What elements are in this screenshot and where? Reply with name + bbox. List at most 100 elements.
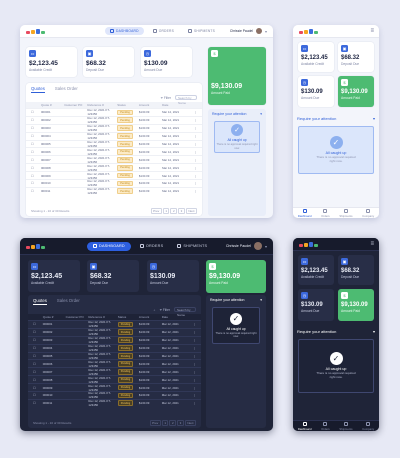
row-checkbox[interactable]: ☐ bbox=[31, 158, 41, 162]
pagination[interactable]: Prev 1 2 3 Next bbox=[149, 420, 196, 426]
page-button[interactable]: Next bbox=[185, 208, 197, 214]
more-icon[interactable]: ⋮ bbox=[187, 110, 197, 114]
tab-shipments[interactable]: Shipments bbox=[183, 27, 220, 35]
table-row[interactable]: ☐ 000008 Rev 12, 2021 KT-123456 Pending $130… bbox=[26, 163, 202, 172]
table-row[interactable]: ☐ 000003 Rev 12, 2021 KT-123456 Pending $130… bbox=[28, 335, 201, 344]
row-checkbox[interactable]: ☐ bbox=[31, 126, 41, 130]
more-icon[interactable]: ⋮ bbox=[187, 158, 197, 162]
row-checkbox[interactable]: ☐ bbox=[31, 110, 41, 114]
page-button[interactable]: 1 bbox=[162, 208, 170, 214]
tab-dashboard[interactable]: Dashboard bbox=[105, 27, 144, 35]
row-checkbox[interactable]: ☐ bbox=[33, 330, 43, 334]
pagination[interactable]: Prev 1 2 3 Next bbox=[150, 208, 197, 214]
more-icon[interactable]: ⋮ bbox=[187, 166, 197, 170]
table-row[interactable]: ☐ 000004 Rev 12, 2021 KT-123456 Pending $130… bbox=[28, 343, 201, 352]
more-icon[interactable]: ⋮ bbox=[186, 330, 196, 334]
filter-button[interactable]: ⏷ Filter bbox=[159, 308, 170, 312]
row-checkbox[interactable]: ☐ bbox=[33, 378, 43, 382]
row-checkbox[interactable]: ☐ bbox=[33, 362, 43, 366]
table-row[interactable]: ☐ 000006 Rev 12, 2021 KT-123456 Pending $130… bbox=[28, 359, 201, 368]
bottom-nav-shipments[interactable]: Shipments bbox=[339, 208, 353, 218]
row-checkbox[interactable]: ☐ bbox=[31, 150, 41, 154]
more-icon[interactable]: ⋮ bbox=[186, 338, 196, 342]
row-checkbox[interactable]: ☐ bbox=[33, 322, 43, 326]
row-checkbox[interactable]: ☐ bbox=[33, 393, 43, 397]
table-row[interactable]: ☐ 000010 Rev 12, 2021 KT-123456 Pending $130… bbox=[28, 391, 201, 399]
page-button[interactable]: 3 bbox=[178, 208, 185, 214]
more-icon[interactable]: ⋮ bbox=[186, 354, 196, 358]
table-row[interactable]: ☐ 000009 Rev 12, 2021 KT-123456 Pending $130… bbox=[26, 171, 202, 180]
table-row[interactable]: ☐ 000008 Rev 12, 2021 KT-123456 Pending $130… bbox=[28, 375, 201, 384]
more-icon[interactable]: ⋮ bbox=[187, 181, 197, 185]
bottom-nav-dashboard[interactable]: Dashboard bbox=[298, 208, 312, 218]
row-checkbox[interactable]: ☐ bbox=[31, 189, 41, 193]
table-row[interactable]: ☐ 000005 Rev 12, 2021 KT-123456 Pending $130… bbox=[28, 351, 201, 360]
tab-shipments[interactable]: Shipments bbox=[172, 242, 212, 251]
tab-sales-order[interactable]: Sales Order bbox=[57, 298, 80, 305]
more-icon[interactable]: ⋮ bbox=[186, 386, 196, 390]
row-checkbox[interactable]: ☐ bbox=[31, 166, 41, 170]
table-row[interactable]: ☐ 000011 Rev 12, 2021 KT-123456 Pending $130… bbox=[28, 398, 201, 407]
tab-quotes[interactable]: Quotes bbox=[33, 298, 47, 305]
bottom-nav-orders[interactable]: Orders bbox=[321, 208, 330, 218]
more-icon[interactable]: ⋮ bbox=[187, 150, 197, 154]
search-input[interactable]: Search by Name bbox=[174, 307, 196, 317]
page-button[interactable]: Prev bbox=[149, 420, 161, 426]
tab-quotes[interactable]: Quotes bbox=[31, 86, 45, 93]
user-menu[interactable]: Chrissie Paudel ▾ bbox=[230, 28, 267, 34]
more-icon[interactable]: ⋮ bbox=[186, 322, 196, 326]
menu-icon[interactable]: ≡ bbox=[370, 28, 374, 34]
more-icon[interactable]: ⋮ bbox=[186, 362, 196, 366]
table-row[interactable]: ☐ 000003 Rev 12, 2021 KT-123456 Pending $130… bbox=[26, 123, 202, 132]
page-button[interactable]: Next bbox=[184, 420, 196, 426]
row-checkbox[interactable]: ☐ bbox=[33, 338, 43, 342]
more-icon[interactable]: ⋮ bbox=[186, 370, 196, 374]
table-row[interactable]: ☐ 000007 Rev 12, 2021 KT-123456 Pending $130… bbox=[28, 367, 201, 376]
filter-button[interactable]: ⏷ Filter bbox=[160, 96, 171, 100]
page-button[interactable]: 2 bbox=[169, 420, 177, 426]
row-checkbox[interactable]: ☐ bbox=[31, 181, 41, 185]
bottom-nav-orders[interactable]: Orders bbox=[321, 421, 330, 431]
tab-dashboard[interactable]: Dashboard bbox=[87, 241, 131, 251]
table-row[interactable]: ☐ 000001 Rev 12, 2021 KT-123456 Pending $130… bbox=[26, 108, 202, 116]
bottom-nav-company[interactable]: Company bbox=[362, 208, 374, 218]
table-row[interactable]: ☐ 000011 Rev 12, 2021 KT-123456 Pending $130… bbox=[26, 186, 202, 195]
chevron-down-icon[interactable]: ▾ bbox=[373, 329, 375, 334]
table-row[interactable]: ☐ 000010 Rev 12, 2021 KT-123456 Pending $130… bbox=[26, 179, 202, 187]
table-row[interactable]: ☐ 000009 Rev 12, 2021 KT-123456 Pending $130… bbox=[28, 383, 201, 392]
bottom-nav-dashboard[interactable]: Dashboard bbox=[298, 421, 312, 431]
row-checkbox[interactable]: ☐ bbox=[31, 174, 41, 178]
user-menu[interactable]: Chrissie Paudel ▾ bbox=[226, 242, 267, 250]
search-icon[interactable]: ⌕ bbox=[154, 308, 156, 312]
page-button[interactable]: 1 bbox=[161, 420, 169, 426]
table-row[interactable]: ☐ 000001 Rev 12, 2021 KT-123456 Pending $130… bbox=[28, 320, 201, 328]
row-checkbox[interactable]: ☐ bbox=[33, 354, 43, 358]
table-row[interactable]: ☐ 000004 Rev 12, 2021 KT-123456 Pending $130… bbox=[26, 131, 202, 140]
more-icon[interactable]: ⋮ bbox=[187, 174, 197, 178]
more-icon[interactable]: ⋮ bbox=[186, 346, 196, 350]
table-row[interactable]: ☐ 000002 Rev 12, 2021 KT-123456 Pending $130… bbox=[26, 115, 202, 124]
row-checkbox[interactable]: ☐ bbox=[33, 370, 43, 374]
row-checkbox[interactable]: ☐ bbox=[33, 401, 43, 405]
more-icon[interactable]: ⋮ bbox=[186, 378, 196, 382]
bottom-nav-shipments[interactable]: Shipments bbox=[339, 421, 353, 431]
bottom-nav-company[interactable]: Company bbox=[362, 421, 374, 431]
chevron-down-icon[interactable]: ▾ bbox=[260, 298, 262, 302]
chevron-down-icon[interactable]: ▾ bbox=[373, 116, 375, 121]
chevron-down-icon[interactable]: ▾ bbox=[260, 112, 262, 116]
more-icon[interactable]: ⋮ bbox=[186, 401, 196, 405]
row-checkbox[interactable]: ☐ bbox=[31, 134, 41, 138]
menu-icon[interactable]: ≡ bbox=[370, 241, 374, 247]
more-icon[interactable]: ⋮ bbox=[187, 142, 197, 146]
row-checkbox[interactable]: ☐ bbox=[33, 346, 43, 350]
page-button[interactable]: 2 bbox=[170, 208, 178, 214]
tab-orders[interactable]: Orders bbox=[135, 242, 168, 251]
table-row[interactable]: ☐ 000007 Rev 12, 2021 KT-123456 Pending $130… bbox=[26, 155, 202, 164]
table-row[interactable]: ☐ 000002 Rev 12, 2021 KT-123456 Pending $130… bbox=[28, 327, 201, 336]
row-checkbox[interactable]: ☐ bbox=[33, 386, 43, 390]
more-icon[interactable]: ⋮ bbox=[187, 126, 197, 130]
tab-orders[interactable]: Orders bbox=[148, 27, 179, 35]
more-icon[interactable]: ⋮ bbox=[187, 189, 197, 193]
more-icon[interactable]: ⋮ bbox=[187, 118, 197, 122]
page-button[interactable]: Prev bbox=[150, 208, 162, 214]
